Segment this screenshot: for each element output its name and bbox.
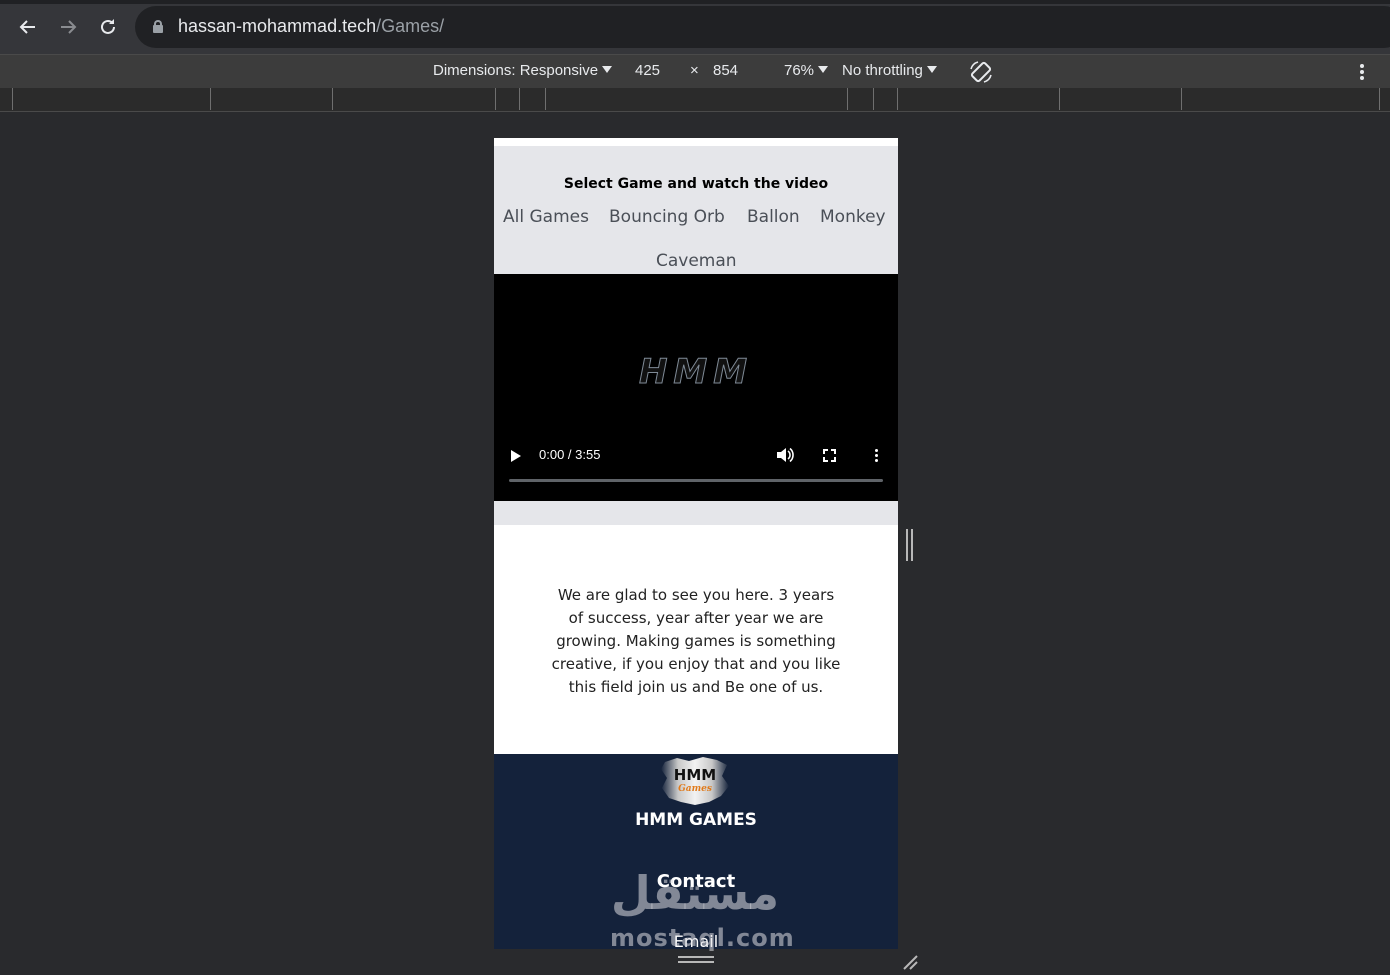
- tab-strip: [0, 0, 1390, 4]
- volume-icon[interactable]: [776, 447, 794, 463]
- back-arrow-icon[interactable]: [15, 14, 41, 40]
- browser-toolbar: hassan-mohammad.tech/Games/: [0, 0, 1390, 54]
- rotate-device-icon[interactable]: [968, 59, 994, 85]
- zoom-label: 76%: [784, 62, 815, 79]
- more-vert-icon[interactable]: [1356, 62, 1368, 82]
- watermark-latin: mostaql.com: [610, 924, 795, 952]
- resize-handle-corner-icon[interactable]: [901, 953, 919, 971]
- ruler-tick: [873, 88, 874, 110]
- media-query-ruler[interactable]: [0, 88, 1390, 112]
- video-time: 0:00 / 3:55: [539, 447, 601, 462]
- lock-icon[interactable]: [153, 20, 163, 33]
- game-link-all-games[interactable]: All Games: [503, 207, 589, 227]
- ruler-tick: [12, 88, 13, 110]
- fullscreen-icon[interactable]: [823, 449, 836, 462]
- throttling-dropdown[interactable]: No throttling: [842, 62, 937, 79]
- url-path: /Games/: [376, 16, 445, 36]
- times-label: ×: [690, 62, 699, 79]
- zoom-dropdown[interactable]: 76%: [784, 62, 829, 79]
- game-link-caveman[interactable]: Caveman: [656, 251, 737, 271]
- footer-brand: HMM GAMES: [635, 810, 757, 830]
- width-input[interactable]: 425: [635, 62, 660, 79]
- video-progress-bar[interactable]: [509, 479, 883, 482]
- game-link-bouncing-orb[interactable]: Bouncing Orb: [609, 207, 725, 227]
- throttling-label: No throttling: [842, 62, 923, 79]
- device-toolbar: Dimensions: Responsive 425 × 854 76% No …: [0, 54, 1390, 88]
- height-input[interactable]: 854: [713, 62, 738, 79]
- ruler-tick: [1059, 88, 1060, 110]
- url-host: hassan-mohammad.tech: [178, 16, 377, 36]
- logo-text-bottom: Games: [678, 784, 712, 794]
- caret-down-icon: [602, 65, 613, 73]
- ruler-tick: [332, 88, 333, 110]
- select-title: Select Game and watch the video: [563, 176, 829, 192]
- video-more-icon[interactable]: [873, 448, 879, 464]
- welcome-text: We are glad to see you here. 3 years of …: [551, 586, 841, 696]
- watermark-arabic: مستقل: [610, 866, 780, 920]
- game-link-ballon[interactable]: Ballon: [747, 207, 800, 227]
- ruler-tick: [545, 88, 546, 110]
- reload-icon[interactable]: [95, 14, 121, 40]
- forward-arrow-icon[interactable]: [55, 14, 81, 40]
- game-link-monkey[interactable]: Monkey: [820, 207, 886, 227]
- emulated-viewport: Select Game and watch the video All Game…: [494, 138, 898, 949]
- caret-down-icon: [818, 65, 829, 73]
- dimensions-dropdown[interactable]: Dimensions: Responsive: [433, 62, 613, 79]
- ruler-tick: [847, 88, 848, 110]
- dimensions-label: Dimensions: Responsive: [433, 62, 599, 79]
- resize-handle-right[interactable]: [906, 529, 914, 561]
- ruler-tick: [519, 88, 520, 110]
- hmm-games-logo: HMM Games: [659, 756, 731, 806]
- logo-text-top: HMM: [673, 766, 717, 784]
- game-select-panel: Select Game and watch the video All Game…: [494, 146, 898, 274]
- video-player[interactable]: HMM 0:00 / 3:55: [494, 274, 898, 501]
- video-logo: HMM: [638, 352, 754, 393]
- ruler-tick: [495, 88, 496, 110]
- ruler-tick: [1379, 88, 1380, 110]
- ruler-tick: [897, 88, 898, 110]
- url-text: hassan-mohammad.tech/Games/: [178, 16, 444, 37]
- caret-down-icon: [926, 65, 937, 73]
- ruler-tick: [1181, 88, 1182, 110]
- section-divider: [494, 501, 898, 525]
- address-bar[interactable]: hassan-mohammad.tech/Games/: [135, 6, 1390, 48]
- play-icon[interactable]: [511, 450, 521, 462]
- resize-handle-bottom[interactable]: [678, 956, 714, 966]
- ruler-tick: [210, 88, 211, 110]
